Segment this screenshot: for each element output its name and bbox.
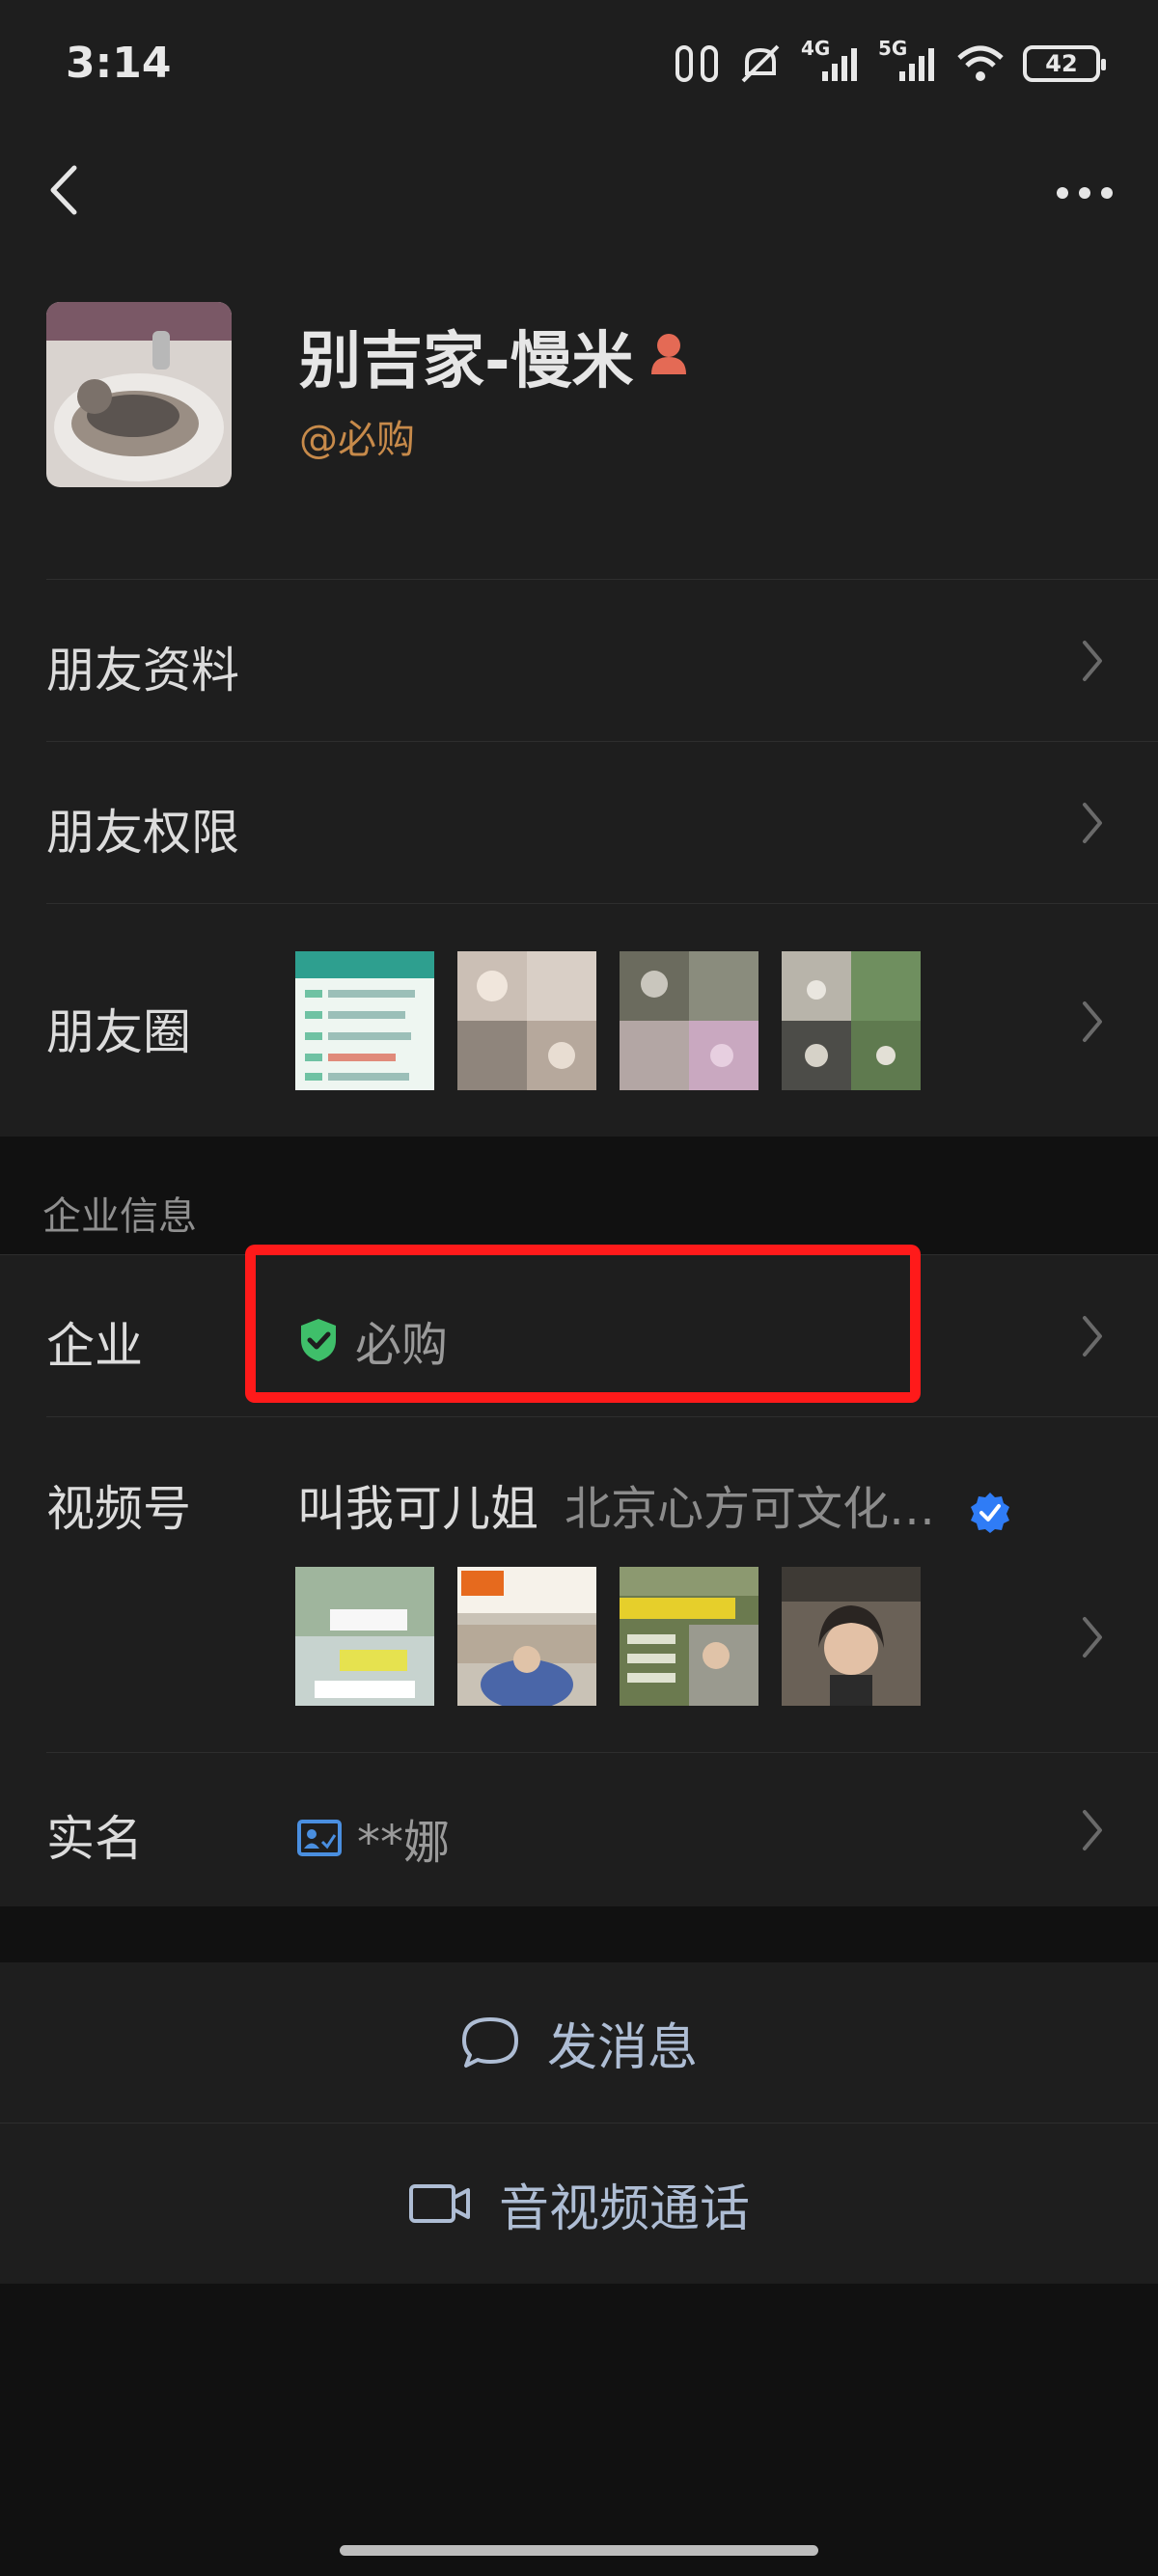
row-label: 企业 (46, 1318, 143, 1374)
row-label: 视频号 (46, 1481, 191, 1537)
status-icons: 4G 5G 42 (674, 37, 1106, 85)
profile-header: 别吉家-慢米 @必购 (0, 246, 1158, 579)
more-dots-icon (1057, 187, 1113, 199)
chevron-right-icon (1083, 1316, 1102, 1357)
row-friend-info[interactable]: 朋友资料 (0, 579, 1158, 741)
back-arrow-icon (50, 165, 77, 215)
real-name-text: **娜 (357, 1816, 451, 1870)
contact-details-list: 朋友资料 朋友权限 朋友圈 (0, 579, 1158, 1137)
signal-5g-icon: 5G (878, 37, 938, 83)
row-friend-permissions[interactable]: 朋友权限 (0, 741, 1158, 903)
wifi-icon (955, 44, 1006, 83)
audio-video-call-label: 音视频通话 (498, 2179, 750, 2238)
row-label: 朋友圈 (46, 1004, 191, 1060)
signal-4g-icon: 4G (801, 37, 861, 83)
home-indicator[interactable] (340, 2545, 818, 2556)
video-camera-icon (408, 2182, 472, 2225)
status-time: 3:14 (66, 39, 172, 88)
row-moments[interactable]: 朋友圈 (0, 903, 1158, 1137)
avatar[interactable] (46, 302, 232, 487)
contact-name-text: 别吉家-慢米 (299, 326, 634, 397)
female-icon (648, 320, 690, 392)
row-label: 实名 (46, 1811, 143, 1867)
battery-indicator: 42 (1023, 45, 1106, 82)
contact-name: 别吉家-慢米 (299, 312, 690, 400)
channel-thumbnail (457, 1567, 596, 1706)
network-4g-label: 4G (801, 37, 831, 60)
top-nav (0, 135, 1158, 246)
audio-video-call-button[interactable]: 音视频通话 (0, 2124, 1158, 2284)
network-5g-label: 5G (878, 37, 908, 60)
send-message-button[interactable]: 发消息 (0, 1962, 1158, 2123)
real-name-value: **娜 (297, 1804, 450, 1872)
moments-thumbnail (457, 951, 596, 1090)
row-real-name[interactable]: 实名 (0, 1752, 1158, 1906)
chat-bubble-icon (460, 2015, 520, 2069)
row-channels[interactable]: 视频号 (0, 1416, 1158, 1752)
row-label: 朋友资料 (46, 643, 239, 699)
row-label: 朋友权限 (46, 805, 239, 861)
section-title-enterprise: 企业信息 (42, 1194, 197, 1239)
back-button[interactable] (35, 156, 93, 224)
channel-thumbnail (620, 1567, 758, 1706)
moments-thumbnail (620, 951, 758, 1090)
channel-thumbnail (295, 1567, 434, 1706)
verified-badge-icon (971, 1493, 1010, 1533)
status-bar: 3:14 4G 5G 42 (0, 0, 1158, 135)
id-card-icon (297, 1820, 342, 1856)
chevron-right-icon (1083, 1617, 1102, 1658)
channel-org: 北京心方可文化… (565, 1470, 1011, 1538)
channel-org-text: 北京心方可文化… (565, 1482, 936, 1536)
chevron-right-icon (1083, 641, 1102, 681)
chevron-right-icon (1083, 1001, 1102, 1042)
highlight-annotation (245, 1245, 921, 1403)
send-message-label: 发消息 (546, 2018, 698, 2077)
channel-thumbnail (782, 1567, 921, 1706)
chevron-right-icon (1083, 1810, 1102, 1850)
more-options-button[interactable] (1046, 164, 1123, 222)
moments-thumbnail (295, 951, 434, 1090)
mute-icon (737, 42, 784, 85)
channel-name: 叫我可儿姐 (297, 1481, 538, 1537)
chevron-right-icon (1083, 803, 1102, 843)
earbuds-icon (674, 43, 720, 84)
corp-tag: @必购 (299, 418, 415, 462)
moments-thumbnail (782, 951, 921, 1090)
